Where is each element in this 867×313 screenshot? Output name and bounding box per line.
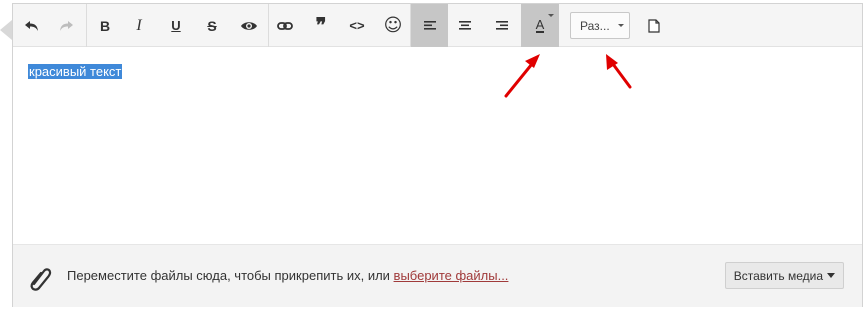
new-page-button[interactable] — [637, 4, 671, 47]
code-icon: <> — [349, 18, 365, 33]
preview-button[interactable] — [232, 4, 266, 47]
align-center-button[interactable] — [448, 4, 482, 47]
align-right-icon — [496, 20, 508, 30]
link-icon — [277, 21, 293, 30]
strikethrough-icon: S — [207, 17, 217, 34]
undo-button[interactable] — [15, 4, 49, 47]
paperclip-icon — [30, 268, 52, 291]
align-left-icon — [423, 20, 436, 30]
rich-text-editor: B I U S ❞ <> ☺ A Раз... красивый текст П… — [12, 3, 863, 307]
bold-icon: B — [99, 17, 111, 34]
strikethrough-button[interactable]: S — [195, 4, 229, 47]
eye-icon — [241, 21, 257, 30]
annotation-arrow-icon — [606, 54, 632, 89]
attachment-footer: Переместите файлы сюда, чтобы прикрепить… — [13, 244, 862, 307]
font-size-label: Раз... — [580, 18, 610, 33]
editor-content-area[interactable]: красивый текст — [13, 47, 862, 244]
chevron-down-icon — [617, 24, 624, 27]
align-left-button[interactable] — [411, 4, 448, 47]
align-center-icon — [459, 20, 471, 30]
code-button[interactable]: <> — [340, 4, 374, 47]
italic-button[interactable]: I — [122, 4, 156, 47]
italic-icon: I — [136, 16, 142, 34]
smiley-icon: ☺ — [383, 15, 403, 36]
selected-text[interactable]: красивый текст — [28, 64, 123, 79]
drop-zone-text: Переместите файлы сюда, чтобы прикрепить… — [67, 268, 508, 283]
editor-toolbar: B I U S ❞ <> ☺ A Раз... — [13, 4, 862, 47]
bold-button[interactable]: B — [88, 4, 122, 47]
font-size-dropdown[interactable]: Раз... — [570, 12, 630, 39]
smiley-button[interactable]: ☺ — [376, 4, 410, 47]
undo-icon — [25, 20, 38, 31]
new-page-icon — [648, 18, 660, 33]
redo-button[interactable] — [49, 4, 83, 47]
annotation-arrow-icon — [504, 54, 540, 98]
insert-media-label: Вставить медиа — [733, 268, 823, 283]
font-color-icon: A — [535, 17, 545, 33]
quote-button[interactable]: ❞ — [304, 4, 338, 47]
drop-zone-label: Переместите файлы сюда, чтобы прикрепить… — [67, 268, 394, 283]
underline-button[interactable]: U — [159, 4, 193, 47]
choose-files-link[interactable]: выберите файлы... — [394, 268, 509, 283]
insert-media-button[interactable]: Вставить медиа — [724, 262, 844, 289]
side-tab-marker — [0, 20, 12, 40]
font-color-button[interactable]: A — [521, 4, 559, 47]
align-right-button[interactable] — [485, 4, 519, 47]
chevron-down-icon — [548, 14, 554, 17]
underline-icon: U — [171, 18, 181, 33]
quote-icon: ❞ — [315, 15, 327, 37]
redo-icon — [60, 20, 73, 31]
toolbar-separator — [86, 4, 87, 47]
link-button[interactable] — [268, 4, 302, 47]
chevron-down-icon — [827, 273, 835, 278]
